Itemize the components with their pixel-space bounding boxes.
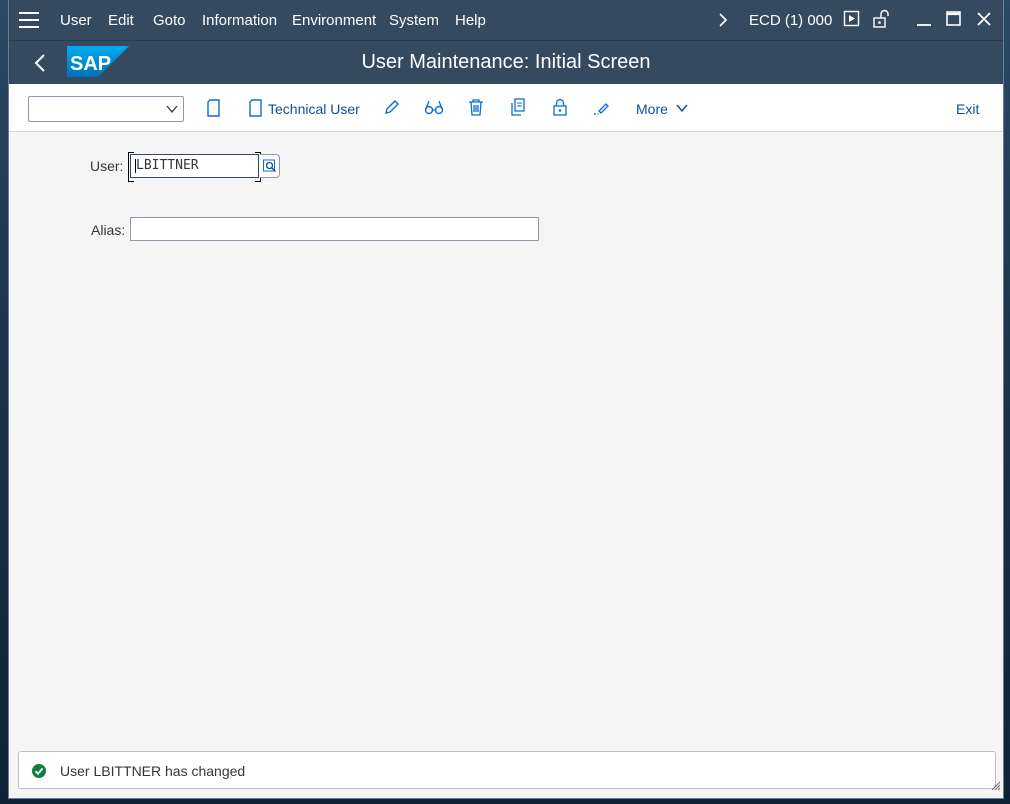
user-input[interactable]: LBITTNER [128,152,261,182]
trash-icon[interactable] [468,98,484,121]
menu-information[interactable]: Information [202,12,277,29]
menu-user[interactable]: User [60,12,92,29]
exit-button[interactable]: Exit [956,101,979,117]
alias-input[interactable] [130,217,539,241]
status-bar[interactable]: User LBITTNER has changed [18,751,996,789]
technical-user-button[interactable]: Technical User [268,101,360,117]
glasses-icon[interactable] [424,98,444,121]
chevron-right-icon[interactable] [717,11,729,34]
application-toolbar: Technical User More Exit [9,84,1003,132]
menu-edit[interactable]: Edit [108,12,134,29]
menu-goto[interactable]: Goto [153,12,186,29]
more-button[interactable]: More [636,101,668,117]
copy-icon[interactable] [509,98,527,121]
menu-bar: User Edit Goto Information Environment S… [9,0,1003,40]
user-input-value: LBITTNER [136,158,199,173]
status-message: User LBITTNER has changed [60,763,246,779]
command-input[interactable] [33,98,161,120]
sap-gui-window: User Edit Goto Information Environment S… [8,0,1004,799]
resize-grip-icon[interactable] [991,778,1001,796]
create-document-icon[interactable] [206,98,222,123]
menu-help[interactable]: Help [455,12,486,29]
lock-icon[interactable] [552,98,568,121]
minimize-icon[interactable] [915,10,933,33]
technical-user-doc-icon[interactable] [248,98,264,123]
success-check-icon [31,763,47,784]
search-help-icon[interactable] [263,159,277,178]
alias-label: Alias: [91,222,126,238]
more-chevron-down-icon[interactable] [675,101,689,120]
system-info[interactable]: ECD (1) 000 [749,12,832,29]
pencil-icon[interactable] [383,98,401,121]
unlock-icon[interactable] [871,9,891,34]
hamburger-menu-icon[interactable] [19,12,39,28]
close-icon[interactable] [975,10,993,33]
page-title: User Maintenance: Initial Screen [361,51,651,73]
user-label: User: [90,158,124,174]
menu-environment[interactable]: Environment [292,12,376,29]
title-bar: SAP User Maintenance: Initial Screen [9,40,1003,84]
value-help-button[interactable] [260,154,280,178]
chevron-down-icon[interactable] [165,102,179,121]
command-field[interactable] [28,96,184,122]
maximize-icon[interactable] [945,10,963,33]
menu-system[interactable]: System [389,12,439,29]
edit-line-icon[interactable] [593,98,611,121]
play-icon[interactable] [843,10,861,33]
